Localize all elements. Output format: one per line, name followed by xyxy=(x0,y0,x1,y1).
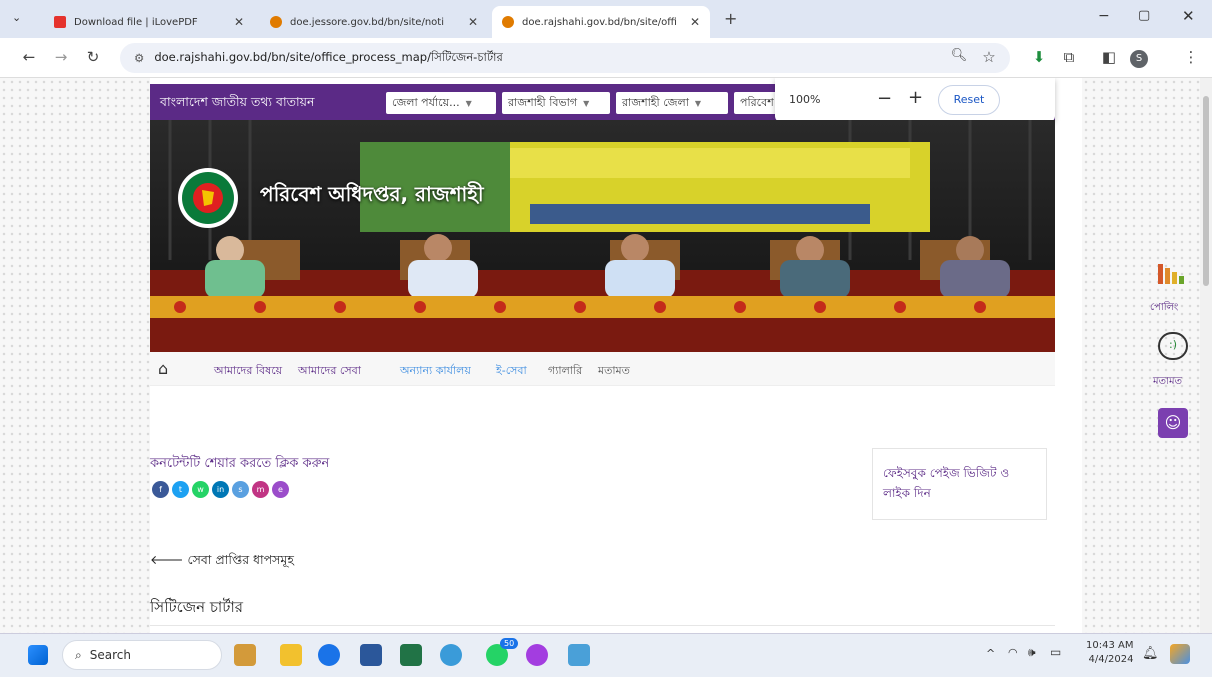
divider xyxy=(150,625,1055,626)
bookmark-star-icon[interactable]: ☆ xyxy=(978,48,1000,66)
extensions-icon[interactable]: ⧉ xyxy=(1058,48,1080,66)
notification-bell-icon[interactable]: 🔔︎ xyxy=(1142,646,1159,661)
level-select[interactable]: জেলা পর্যায়ে... ▼ xyxy=(386,92,496,114)
twitter-share-icon[interactable]: t xyxy=(172,481,189,498)
word-icon[interactable] xyxy=(360,644,382,666)
office-title: পরিবেশ অধিদপ্তর, রাজশাহী xyxy=(260,182,484,206)
back-arrow-icon: 🡐 xyxy=(150,552,188,567)
zoom-in-button[interactable]: + xyxy=(908,87,923,108)
nav-e-service[interactable]: ই-সেবা xyxy=(496,362,527,381)
zoom-out-button[interactable]: − xyxy=(877,88,892,109)
excel-icon[interactable] xyxy=(400,644,422,666)
scrollbar-thumb[interactable] xyxy=(1203,96,1209,286)
zoom-level: 100% xyxy=(789,93,821,106)
messenger-icon[interactable] xyxy=(526,644,548,666)
share-prompt: কনটেন্টটি শেয়ার করতে ক্লিক করুন xyxy=(150,456,330,471)
address-bar[interactable]: ⚙ doe.rajshahi.gov.bd/bn/site/office_pro… xyxy=(120,43,1010,73)
district-select[interactable]: রাজশাহী জেলা ▼ xyxy=(616,92,728,114)
page-title: সিটিজেন চার্টার xyxy=(150,598,244,616)
header-banner: পরিবেশ অধিদপ্তর, রাজশাহী xyxy=(150,120,1055,352)
widgets-icon[interactable] xyxy=(234,644,256,666)
url-text: doe.rajshahi.gov.bd/bn/site/office_proce… xyxy=(154,49,503,64)
profile-avatar[interactable]: S xyxy=(1130,50,1148,68)
time-text: 10:43 AM xyxy=(1086,640,1134,651)
portal-brand[interactable]: বাংলাদেশ জাতীয় তথ্য বাতায়ন xyxy=(160,94,314,114)
browser-toolbar: ← → ↻ ⚙ doe.rajshahi.gov.bd/bn/site/offi… xyxy=(0,38,1212,78)
taskbar-search[interactable]: ⌕ Search xyxy=(62,640,222,670)
windows-start-icon[interactable] xyxy=(28,645,48,665)
zoom-reset-button[interactable]: Reset xyxy=(938,85,1000,115)
close-window-icon[interactable]: ✕ xyxy=(1182,7,1195,25)
poll-label[interactable]: পোলিং xyxy=(1150,300,1178,317)
zoom-magnifier-icon[interactable]: 🔍︎ xyxy=(948,48,970,63)
doe-favicon-icon xyxy=(502,16,514,28)
ilovepdf-favicon-icon xyxy=(54,16,66,28)
browser-tab-strip: ⌄ Download file | iLovePDF ✕ doe.jessore… xyxy=(0,0,1212,38)
notification-badge: 50 xyxy=(500,638,519,649)
nav-services[interactable]: আমাদের সেবা xyxy=(298,362,361,381)
tab-doe-rajshahi[interactable]: doe.rajshahi.gov.bd/bn/site/offi ✕ xyxy=(492,6,710,38)
nav-feedback[interactable]: মতামত xyxy=(598,362,630,381)
site-info-icon[interactable]: ⚙ xyxy=(134,51,144,65)
doe-favicon-icon xyxy=(270,16,282,28)
messenger-share-icon[interactable]: m xyxy=(252,481,269,498)
battery-icon[interactable]: ▭ xyxy=(1050,645,1061,659)
poll-chart-icon[interactable] xyxy=(1158,262,1190,284)
service-steps-link[interactable]: 🡐 সেবা প্রাপ্তির ধাপসমূহ xyxy=(150,552,294,572)
clock[interactable]: 10:43 AM 4/4/2024 xyxy=(1086,639,1133,667)
nav-about[interactable]: আমাদের বিষয়ে xyxy=(214,362,282,381)
division-select[interactable]: রাজশাহী বিভাগ ▼ xyxy=(502,92,610,114)
menu-kebab-icon[interactable]: ⋮ xyxy=(1180,48,1202,66)
nav-other-offices[interactable]: অন্যান্য কার্যালয় xyxy=(400,362,471,381)
notepad-icon[interactable] xyxy=(568,644,590,666)
scrollbar-track[interactable] xyxy=(1200,78,1212,633)
tab-list-icon[interactable]: ⌄ xyxy=(12,11,21,24)
chevron-up-icon[interactable]: ^ xyxy=(986,647,995,660)
close-tab-icon[interactable]: ✕ xyxy=(234,15,244,29)
email-share-icon[interactable]: e xyxy=(272,481,289,498)
close-tab-icon[interactable]: ✕ xyxy=(690,15,700,29)
home-icon[interactable]: ⌂ xyxy=(158,359,168,378)
linkedin-share-icon[interactable]: in xyxy=(212,481,229,498)
left-decorative-pattern xyxy=(0,78,150,633)
link-share-icon[interactable]: s xyxy=(232,481,249,498)
dropdown-caret-icon: ▼ xyxy=(465,98,472,108)
windows-taskbar: ⌕ Search 50 ^ ◠ 🕪 ▭ 10:43 AM 4/4/2024 🔔︎ xyxy=(0,633,1212,677)
date-text: 4/4/2024 xyxy=(1088,654,1134,665)
facebook-page-box[interactable]: ফেইসবুক পেইজ ভিজিট ও লাইক দিন xyxy=(872,448,1047,520)
minimize-icon[interactable]: − xyxy=(1098,8,1110,24)
accessibility-icon[interactable]: ☺ xyxy=(1158,408,1188,438)
wifi-icon[interactable]: ◠ xyxy=(1008,646,1018,659)
nav-gallery[interactable]: গ্যালারি xyxy=(548,362,582,381)
side-panel-icon[interactable]: ◧ xyxy=(1098,48,1120,66)
download-icon[interactable]: ⬇ xyxy=(1028,48,1050,66)
close-tab-icon[interactable]: ✕ xyxy=(468,15,478,29)
tab-ilovepdf[interactable]: Download file | iLovePDF ✕ xyxy=(44,6,254,38)
dropdown-caret-icon: ▼ xyxy=(583,98,590,108)
dropdown-caret-icon: ▼ xyxy=(694,98,702,108)
back-arrow-icon[interactable]: ← xyxy=(18,48,40,66)
main-nav: ⌂ আমাদের বিষয়ে আমাদের সেবা অন্যান্য কার… xyxy=(150,352,1055,386)
forward-arrow-icon[interactable]: → xyxy=(50,48,72,66)
feedback-label[interactable]: মতামত xyxy=(1153,374,1182,391)
reload-icon[interactable]: ↻ xyxy=(82,48,104,66)
app-icon[interactable] xyxy=(440,644,462,666)
facebook-share-icon[interactable]: f xyxy=(152,481,169,498)
feedback-chat-icon[interactable]: :) xyxy=(1158,332,1188,360)
tab-title: doe.jessore.gov.bd/bn/site/noti xyxy=(290,16,444,28)
file-explorer-icon[interactable] xyxy=(280,644,302,666)
page-viewport: বাংলাদেশ জাতীয় তথ্য বাতায়ন জেলা পর্যায… xyxy=(0,78,1212,633)
whatsapp-share-icon[interactable]: w xyxy=(192,481,209,498)
chrome-icon[interactable] xyxy=(318,644,340,666)
copilot-icon[interactable] xyxy=(1170,644,1190,664)
banner-photo xyxy=(150,120,1055,352)
tab-doe-jessore[interactable]: doe.jessore.gov.bd/bn/site/noti ✕ xyxy=(260,6,488,38)
zoom-popup: 100% − + Reset xyxy=(775,78,1055,122)
restore-icon[interactable]: ▢ xyxy=(1138,8,1150,23)
tab-title: Download file | iLovePDF xyxy=(74,16,198,28)
search-icon: ⌕ xyxy=(75,647,82,662)
new-tab-plus-icon[interactable]: + xyxy=(724,9,737,28)
tab-title: doe.rajshahi.gov.bd/bn/site/offi xyxy=(522,16,677,28)
volume-icon[interactable]: 🕪 xyxy=(1028,645,1036,660)
